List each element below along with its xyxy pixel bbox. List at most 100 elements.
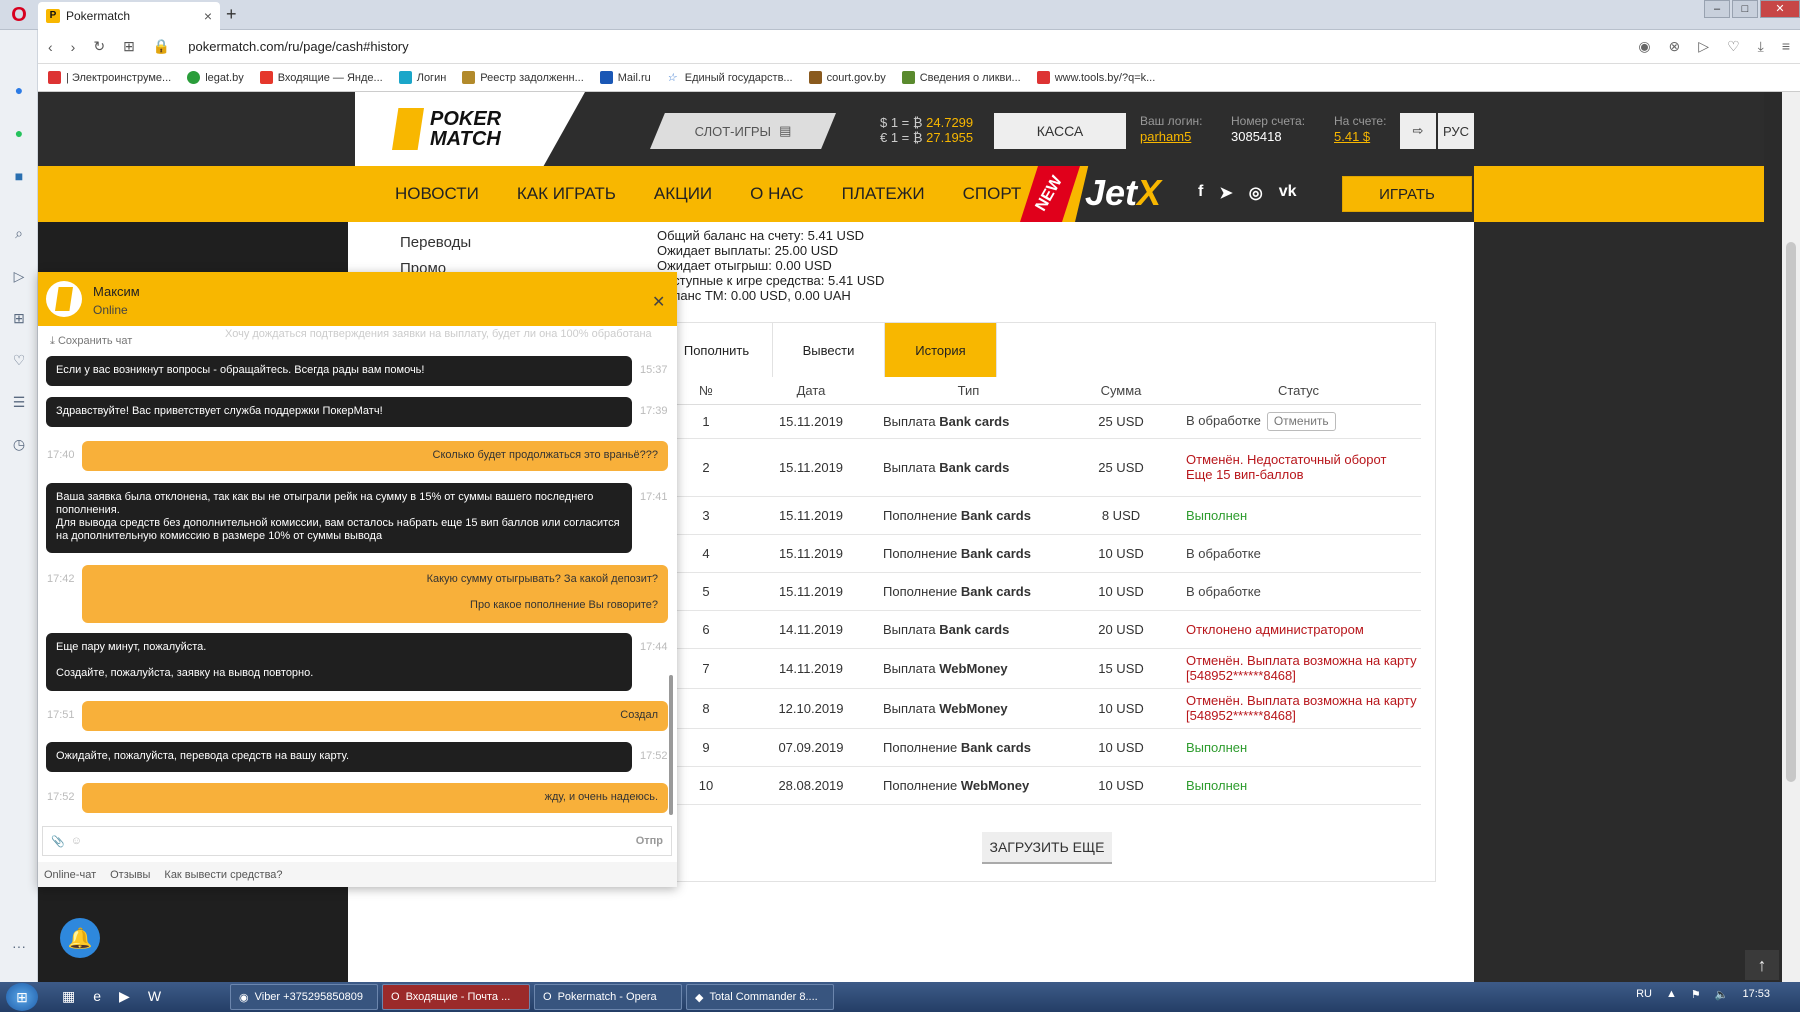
opera-menu-icon[interactable]: O <box>0 0 38 30</box>
notification-bell-icon[interactable]: 🔔 <box>60 918 100 958</box>
messenger-icon[interactable]: ● <box>9 82 29 102</box>
bookmark-icon <box>1036 71 1050 84</box>
kassa-button[interactable]: КАССА <box>994 113 1126 149</box>
language-button[interactable]: РУС <box>1438 113 1474 149</box>
bookmark[interactable]: ☆ Единый государств... <box>667 71 793 85</box>
send-button[interactable]: Отпр <box>636 835 663 847</box>
agent-status: Online <box>93 303 128 317</box>
close-window-button[interactable]: ✕ <box>1760 0 1800 18</box>
task-opera[interactable]: O Pokermatch - Opera <box>534 984 682 1010</box>
bookmark[interactable]: Сведения о ликви... <box>901 71 1021 84</box>
clock[interactable]: 17:53 <box>1742 988 1770 1001</box>
jetx-logo[interactable]: JetX <box>1085 172 1161 214</box>
type-label: Выплата <box>883 459 936 475</box>
pokermatch-logo[interactable]: POKER MATCH <box>392 108 501 150</box>
instagram-icon[interactable]: ◎ <box>1249 183 1263 203</box>
scroll-top-button[interactable]: ↑ <box>1745 950 1779 980</box>
apps-icon[interactable]: ⊞ <box>9 310 29 330</box>
heart-icon[interactable]: ♡ <box>9 352 29 372</box>
desktop-icon[interactable]: ▦ <box>62 988 75 1005</box>
send-icon[interactable]: ▷ <box>9 268 29 288</box>
close-chat-icon[interactable]: ✕ <box>652 292 665 312</box>
tab-withdraw[interactable]: Вывести <box>773 323 885 377</box>
nav-item-how-to-play[interactable]: КАК ИГРАТЬ <box>517 184 616 204</box>
nav-item-about[interactable]: О НАС <box>750 184 803 204</box>
emoji-icon[interactable]: ☺ <box>71 835 82 847</box>
page-scrollbar[interactable] <box>1782 92 1800 982</box>
news-icon[interactable]: ☰ <box>9 394 29 414</box>
task-viber[interactable]: ◉ Viber +375295850809 <box>230 984 378 1010</box>
word-icon[interactable]: W <box>148 988 161 1005</box>
submenu-item-transfers[interactable]: Переводы <box>400 230 471 256</box>
bookmark[interactable]: court.gov.by <box>808 71 886 84</box>
play-button[interactable]: ИГРАТЬ <box>1342 176 1472 212</box>
bookmark[interactable]: Mail.ru <box>599 71 651 84</box>
language-indicator[interactable]: RU <box>1636 988 1652 1001</box>
reload-icon[interactable]: ↻ <box>93 38 105 55</box>
camera-icon[interactable]: ◉ <box>1638 38 1650 55</box>
chat-scrollbar[interactable] <box>669 675 673 815</box>
load-more-button[interactable]: ЗАГРУЗИТЬ ЕЩЕ <box>982 832 1112 864</box>
chat-tab-reviews[interactable]: Отзывы <box>110 869 150 881</box>
adblock-icon[interactable]: ⊗ <box>1669 38 1681 55</box>
bookmark[interactable]: Реестр задолженн... <box>462 71 584 84</box>
login-value[interactable]: parham5 <box>1140 129 1203 145</box>
viber-icon: ◉ <box>239 991 249 1004</box>
url-field[interactable]: pokermatch.com/ru/page/cash#history <box>188 39 408 54</box>
ie-icon[interactable]: e <box>93 988 101 1005</box>
history-icon[interactable]: ◷ <box>9 436 29 456</box>
tray-arrow-icon[interactable]: ▲ <box>1666 988 1677 1001</box>
opera-sidebar: ● ● ■ ⌕ ▷ ⊞ ♡ ☰ ◷ ··· <box>0 30 38 982</box>
cell-sum: 10 USD <box>1066 766 1176 805</box>
bookmark[interactable]: legat.by <box>187 71 244 84</box>
facebook-icon[interactable]: f <box>1198 183 1203 203</box>
start-button[interactable]: ⊞ <box>6 983 38 1011</box>
save-chat-link[interactable]: ⤓ Сохранить чат <box>50 335 132 348</box>
cancel-button[interactable]: Отменить <box>1266 411 1336 431</box>
nav-item-sport[interactable]: СПОРТ <box>963 184 1022 204</box>
chat-input[interactable]: 📎 ☺ Отпр <box>42 826 672 856</box>
tabs-grid-icon[interactable]: ⊞ <box>123 38 135 55</box>
bookmark[interactable]: | Электроинструме... <box>48 71 171 84</box>
browser-tab-pokermatch[interactable]: P Pokermatch × <box>38 2 220 30</box>
bookmark[interactable]: Входящие — Янде... <box>259 71 383 84</box>
tab-history[interactable]: История <box>885 323 997 377</box>
bookmark[interactable]: www.tools.by/?q=k... <box>1036 71 1155 84</box>
nav-item-news[interactable]: НОВОСТИ <box>395 184 479 204</box>
chat-tab-online[interactable]: Online-чат <box>44 869 96 881</box>
play-icon[interactable]: ▷ <box>1698 38 1709 55</box>
slot-games-button[interactable]: СЛОТ-ИГРЫ ▤ <box>650 113 836 149</box>
flag-icon[interactable]: ⚑ <box>1691 988 1701 1001</box>
chat-tab-how-withdraw[interactable]: Как вывести средства? <box>164 869 282 881</box>
more-icon[interactable]: ··· <box>9 938 29 958</box>
forward-icon[interactable]: › <box>71 39 76 55</box>
close-tab-icon[interactable]: × <box>204 8 212 24</box>
logout-button[interactable]: ⇨ <box>1400 113 1436 149</box>
vk-icon[interactable]: ■ <box>9 168 29 188</box>
maximize-button[interactable]: □ <box>1732 0 1758 18</box>
whatsapp-icon[interactable]: ● <box>9 125 29 145</box>
nav-item-promotions[interactable]: АКЦИИ <box>654 184 712 204</box>
agent-avatar <box>46 281 82 317</box>
heart-icon[interactable]: ♡ <box>1727 38 1740 55</box>
scrollbar-thumb[interactable] <box>1786 242 1796 782</box>
task-mail[interactable]: O Входящие - Почта ... <box>382 984 530 1010</box>
nav-item-payments[interactable]: ПЛАТЕЖИ <box>842 184 925 204</box>
search-icon[interactable]: ⌕ <box>9 225 29 245</box>
cell-sum: 8 USD <box>1066 496 1176 535</box>
payment-method: Bank cards <box>960 583 1031 599</box>
minimize-button[interactable]: – <box>1704 0 1730 18</box>
media-icon[interactable]: ▶ <box>119 988 130 1005</box>
bookmark[interactable]: Логин <box>398 71 446 84</box>
volume-icon[interactable]: 🔈 <box>1715 988 1729 1001</box>
menu-icon[interactable]: ≡ <box>1782 38 1790 55</box>
task-total-commander[interactable]: ◆ Total Commander 8.... <box>686 984 834 1010</box>
new-tab-button[interactable]: + <box>226 4 237 25</box>
telegram-icon[interactable]: ➤ <box>1219 183 1232 203</box>
back-icon[interactable]: ‹ <box>48 39 53 55</box>
download-icon[interactable]: ⤓ <box>1758 38 1764 55</box>
attach-icon[interactable]: 📎 <box>51 835 65 848</box>
table-row: 6 14.11.2019 Выплата Bank cards 20 USD Откло… <box>661 610 1421 649</box>
vk-icon[interactable]: vk <box>1279 183 1297 203</box>
tab-deposit[interactable]: Пополнить <box>661 323 773 377</box>
